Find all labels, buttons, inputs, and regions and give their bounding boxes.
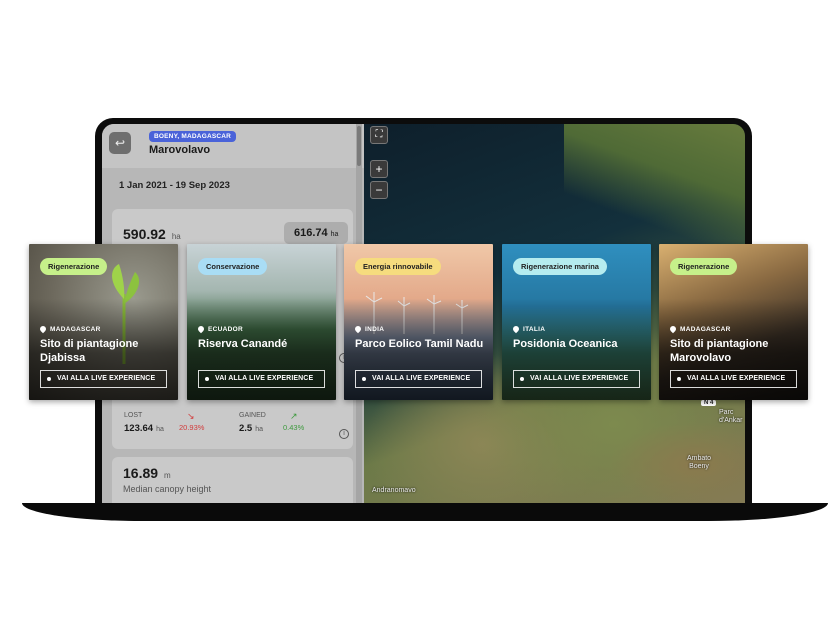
map-place-label: Parc d'Ankar: [719, 409, 743, 424]
map-place-label: Ambato Boeny: [686, 455, 712, 470]
category-tag: Energia rinnovabile: [355, 258, 441, 275]
project-card[interactable]: Conservazione ECUADOR Riserva Canandé VA…: [187, 244, 336, 400]
location-pin-icon: [196, 324, 206, 334]
gained-area: 2.5 ha: [239, 423, 263, 434]
back-button[interactable]: ↩: [109, 132, 131, 154]
lost-unit: ha: [156, 426, 164, 433]
panel-header: ↩ BOENY, MADAGASCAR Marovolavo: [102, 124, 364, 168]
live-experience-button[interactable]: VAI ALLA LIVE EXPERIENCE: [513, 370, 640, 388]
country-label: ECUADOR: [196, 324, 243, 334]
category-tag: Conservazione: [198, 258, 268, 275]
trend-down-icon: ↘: [187, 411, 195, 421]
zoom-in-button[interactable]: +: [370, 160, 388, 178]
total-area-unit: ha: [171, 232, 181, 241]
country-label: MADAGASCAR: [38, 324, 101, 334]
location-pin-icon: [668, 324, 678, 334]
canopy-value: 16.89: [123, 465, 159, 481]
trend-up-icon: ↗: [290, 411, 298, 421]
gained-label: GAINED: [239, 412, 266, 419]
date-range[interactable]: 1 Jan 2021 - 19 Sep 2023: [119, 180, 230, 191]
gained-unit: ha: [255, 426, 264, 433]
location-name: Marovolavo: [149, 144, 211, 156]
gained-percent: 0.43%: [283, 423, 305, 432]
map-place-label: Andranomavo: [372, 487, 416, 494]
country-label: INDIA: [353, 324, 384, 334]
category-tag: Rigenerazione: [670, 258, 738, 275]
gained-value: 2.5: [239, 423, 253, 434]
country-label: MADAGASCAR: [668, 324, 731, 334]
location-pin-icon: [353, 324, 363, 334]
zoom-out-button[interactable]: −: [370, 181, 388, 199]
live-experience-button[interactable]: VAI ALLA LIVE EXPERIENCE: [355, 370, 482, 388]
card-title: Parco Eolico Tamil Nadu: [355, 338, 484, 350]
dot-icon: [362, 377, 366, 381]
category-tag: Rigenerazione marina: [513, 258, 607, 275]
lost-label: LOST: [124, 412, 143, 419]
lost-percent: 20.93%: [179, 423, 205, 432]
dot-icon: [520, 377, 524, 381]
country-label: ITALIA: [511, 324, 545, 334]
location-pin-icon: [511, 324, 521, 334]
road-badge: N 4: [701, 400, 717, 406]
secondary-area-chip: 616.74 ha: [284, 222, 348, 244]
laptop-base: [22, 503, 828, 521]
project-card[interactable]: Rigenerazione marina ITALIA Posidonia Oc…: [502, 244, 651, 400]
category-tag: Rigenerazione: [40, 258, 108, 275]
fullscreen-icon[interactable]: ⛶: [370, 126, 388, 144]
live-experience-button[interactable]: VAI ALLA LIVE EXPERIENCE: [670, 370, 797, 388]
project-card[interactable]: Rigenerazione MADAGASCAR Sito di piantag…: [659, 244, 808, 400]
canopy-label: Median canopy height: [123, 484, 212, 494]
dot-icon: [47, 377, 51, 381]
secondary-area-unit: ha: [330, 231, 339, 238]
dot-icon: [677, 377, 681, 381]
canopy-unit: m: [164, 471, 171, 480]
live-experience-button[interactable]: VAI ALLA LIVE EXPERIENCE: [40, 370, 167, 388]
location-pin-icon: [38, 324, 48, 334]
card-title: Sito di piantagione Marovolavo: [670, 338, 769, 364]
project-card[interactable]: Rigenerazione MADAGASCAR Sito di piantag…: [29, 244, 178, 400]
lost-area: 123.64 ha: [124, 423, 164, 434]
canopy-height-card: 16.89 m Median canopy height: [112, 457, 353, 506]
project-card[interactable]: Energia rinnovabile INDIA Parco Eolico T…: [344, 244, 493, 400]
location-badge: BOENY, MADAGASCAR: [149, 131, 237, 142]
info-icon[interactable]: i: [339, 429, 349, 439]
total-area: 590.92 ha: [123, 226, 181, 242]
total-area-value: 590.92: [123, 226, 166, 242]
card-title: Sito di piantagione Djabissa: [40, 338, 139, 364]
secondary-area-value: 616.74: [294, 227, 328, 239]
lost-value: 123.64: [124, 423, 154, 434]
card-title: Riserva Canandé: [198, 338, 288, 350]
dot-icon: [205, 377, 209, 381]
scrollbar-thumb[interactable]: [357, 126, 361, 166]
card-title: Posidonia Oceanica: [513, 338, 618, 350]
stage: ↩ BOENY, MADAGASCAR Marovolavo 1 Jan 202…: [0, 0, 834, 642]
map-coastline: [564, 124, 745, 254]
live-experience-button[interactable]: VAI ALLA LIVE EXPERIENCE: [198, 370, 325, 388]
back-arrow-icon: ↩: [114, 136, 126, 150]
